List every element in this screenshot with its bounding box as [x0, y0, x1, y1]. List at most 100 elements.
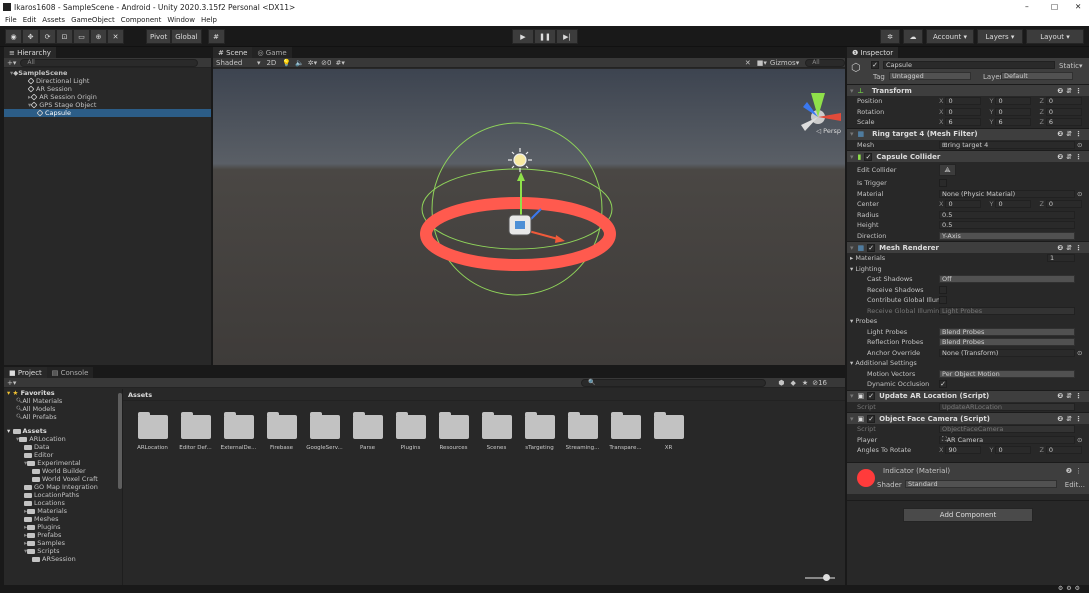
motion-vectors-dropdown[interactable]: Per Object Motion — [939, 369, 1075, 378]
light-probes-dropdown[interactable]: Blend Probes — [939, 327, 1075, 336]
favorites-header[interactable]: ▾ ★ Favorites — [4, 389, 121, 397]
scene-viewport[interactable]: ◁ Persp — [213, 69, 845, 365]
grid-snap-icon[interactable]: # — [207, 29, 225, 44]
audio-toggle-icon[interactable]: 🔈 — [295, 59, 304, 67]
project-search-input[interactable]: 🔍 — [581, 378, 767, 387]
hierarchy-item[interactable]: ▾ GPS Stage Object — [4, 101, 211, 109]
player-field[interactable]: ⛶ AR Camera — [939, 435, 1075, 444]
capsule-collider-header[interactable]: ▾ ▮ ✓ Capsule Collider ❷⇵⋮ — [847, 150, 1089, 162]
renderer-enabled-checkbox[interactable]: ✓ — [867, 243, 876, 252]
anchor-override-field[interactable]: None (Transform) — [939, 348, 1075, 357]
hierarchy-item[interactable]: ▸ AR Session Origin — [4, 93, 211, 101]
reflection-probes-dropdown[interactable]: Blend Probes — [939, 338, 1075, 347]
asset-folder[interactable]: Streaming... — [561, 412, 604, 451]
material-menu-icons[interactable]: ❷⋮ — [1066, 467, 1085, 475]
object-picker-icon[interactable]: ⊙ — [1077, 349, 1082, 357]
transform-z-field[interactable]: 0 — [1045, 97, 1082, 106]
create-add-icon[interactable]: +▾ — [7, 59, 16, 67]
project-tree-item[interactable]: ▸ Prefabs — [4, 531, 121, 539]
favorite-star-icon[interactable]: ★ — [802, 379, 808, 387]
hierarchy-item[interactable]: Capsule — [4, 109, 211, 117]
menu-assets[interactable]: Assets — [42, 16, 65, 24]
asset-folder[interactable]: ExternalDe... — [217, 412, 260, 451]
project-tree-item[interactable]: World Voxel Craft — [4, 475, 121, 483]
center-z-field[interactable]: 0 — [1045, 200, 1082, 209]
project-tree-item[interactable]: ▸ Plugins — [4, 523, 121, 531]
shader-dropdown[interactable]: Standard — [905, 479, 1057, 488]
tab-game[interactable]: ◎ Game — [252, 47, 292, 58]
asset-folder[interactable]: XR — [647, 412, 690, 451]
close-button[interactable]: ✕ — [1075, 2, 1081, 11]
scale-tool-icon[interactable]: ⊡ — [56, 29, 73, 44]
2d-toggle[interactable]: 2D — [266, 59, 276, 67]
effects-dropdown-icon[interactable]: ✲▾ — [308, 59, 317, 67]
rect-tool-icon[interactable]: ▭ — [73, 29, 90, 44]
collab-icon[interactable]: ✲ — [880, 29, 900, 44]
is-trigger-checkbox[interactable] — [939, 179, 947, 188]
step-button[interactable]: ▶| — [556, 29, 578, 44]
tab-project[interactable]: ■ Project — [4, 367, 47, 378]
projection-label[interactable]: ◁ Persp — [816, 127, 841, 135]
shading-mode-dropdown[interactable]: Shaded — [213, 59, 257, 67]
asset-folder[interactable]: Firebase — [260, 412, 303, 451]
component-menu-icons[interactable]: ❷⇵⋮ — [1057, 87, 1085, 95]
transform-z-field[interactable]: 6 — [1045, 118, 1082, 127]
component-menu-icons[interactable]: ❷⇵⋮ — [1057, 415, 1085, 423]
project-tree-item[interactable]: ▾ ARLocation — [4, 435, 121, 443]
project-tree-item[interactable]: Data — [4, 443, 121, 451]
transform-header[interactable]: ▾ ⊥ Transform ❷⇵⋮ — [847, 84, 1089, 96]
orientation-gizmo[interactable] — [801, 93, 841, 131]
project-tree-item[interactable]: Locations — [4, 499, 121, 507]
hierarchy-search-input[interactable]: All — [20, 58, 199, 67]
move-tool-icon[interactable]: ✥ — [22, 29, 39, 44]
gizmos-dropdown[interactable]: Gizmos▾ — [770, 59, 799, 67]
asset-folder[interactable]: GoogleServ... — [303, 412, 346, 451]
lighting-row[interactable]: ▾ Lighting — [847, 264, 1089, 275]
receive-shadows-checkbox[interactable] — [939, 285, 947, 294]
center-y-field[interactable]: 0 — [995, 200, 1032, 209]
asset-folder[interactable]: sTargeting — [518, 412, 561, 451]
minimize-button[interactable]: – — [1025, 2, 1029, 11]
object-picker-icon[interactable]: ⊙ — [1077, 190, 1082, 198]
hierarchy-item[interactable]: Directional Light — [4, 77, 211, 85]
icon-size-slider[interactable] — [805, 574, 835, 581]
direction-dropdown[interactable]: Y-Axis — [939, 231, 1075, 240]
object-name-field[interactable]: Capsule — [883, 61, 1055, 69]
update-ar-location-header[interactable]: ▾ ▣ ✓ Update AR Location (Script) ❷⇵⋮ — [847, 389, 1089, 402]
pause-button[interactable]: ❚❚ — [534, 29, 556, 44]
center-x-field[interactable]: 0 — [945, 200, 982, 209]
add-component-button[interactable]: Add Component — [903, 507, 1033, 522]
menu-edit[interactable]: Edit — [23, 16, 37, 24]
project-tree-item[interactable]: ▾ Experimental — [4, 459, 121, 467]
shader-edit-button[interactable]: Edit... — [1065, 481, 1085, 489]
menu-component[interactable]: Component — [121, 16, 162, 24]
asset-folder[interactable]: Editor Def... — [174, 412, 217, 451]
filter-label-icon[interactable]: ◆ — [791, 379, 796, 387]
project-tree-item[interactable]: ▸ Samples — [4, 539, 121, 547]
asset-folder[interactable]: Transpare... — [604, 412, 647, 451]
menu-file[interactable]: File — [5, 16, 17, 24]
transform-tool-icon[interactable]: ⊕ — [90, 29, 107, 44]
project-tree-item[interactable]: World Builder — [4, 467, 121, 475]
asset-folder[interactable]: Parse — [346, 412, 389, 451]
project-tree-item[interactable]: Meshes — [4, 515, 121, 523]
project-tree-item[interactable]: LocationPaths — [4, 491, 121, 499]
pivot-toggle[interactable]: Pivot — [146, 29, 172, 44]
transform-x-field[interactable]: 6 — [945, 118, 982, 127]
face-camera-enabled-checkbox[interactable]: ✓ — [867, 414, 876, 423]
tab-hierarchy[interactable]: ≡ Hierarchy — [4, 47, 56, 58]
mesh-field[interactable]: ⊞ ring target 4 — [939, 140, 1075, 149]
project-tree-item[interactable]: ARSession — [4, 555, 121, 563]
menu-gameobject[interactable]: GameObject — [71, 16, 115, 24]
layout-dropdown[interactable]: Layout ▾ — [1026, 29, 1084, 44]
layers-dropdown[interactable]: Layers ▾ — [977, 29, 1023, 44]
rotate-tool-icon[interactable]: ⟳ — [39, 29, 56, 44]
tab-console[interactable]: ▤ Console — [46, 367, 94, 378]
hierarchy-item[interactable]: AR Session — [4, 85, 211, 93]
menu-help[interactable]: Help — [201, 16, 217, 24]
component-menu-icons[interactable]: ❷⇵⋮ — [1057, 392, 1085, 400]
transform-y-field[interactable]: 6 — [995, 118, 1032, 127]
hierarchy-item[interactable]: ▾ ◆ SampleScene — [4, 69, 211, 77]
scene-search-input[interactable]: All — [805, 58, 845, 67]
grid-toggle-icon[interactable]: #▾ — [335, 59, 344, 67]
